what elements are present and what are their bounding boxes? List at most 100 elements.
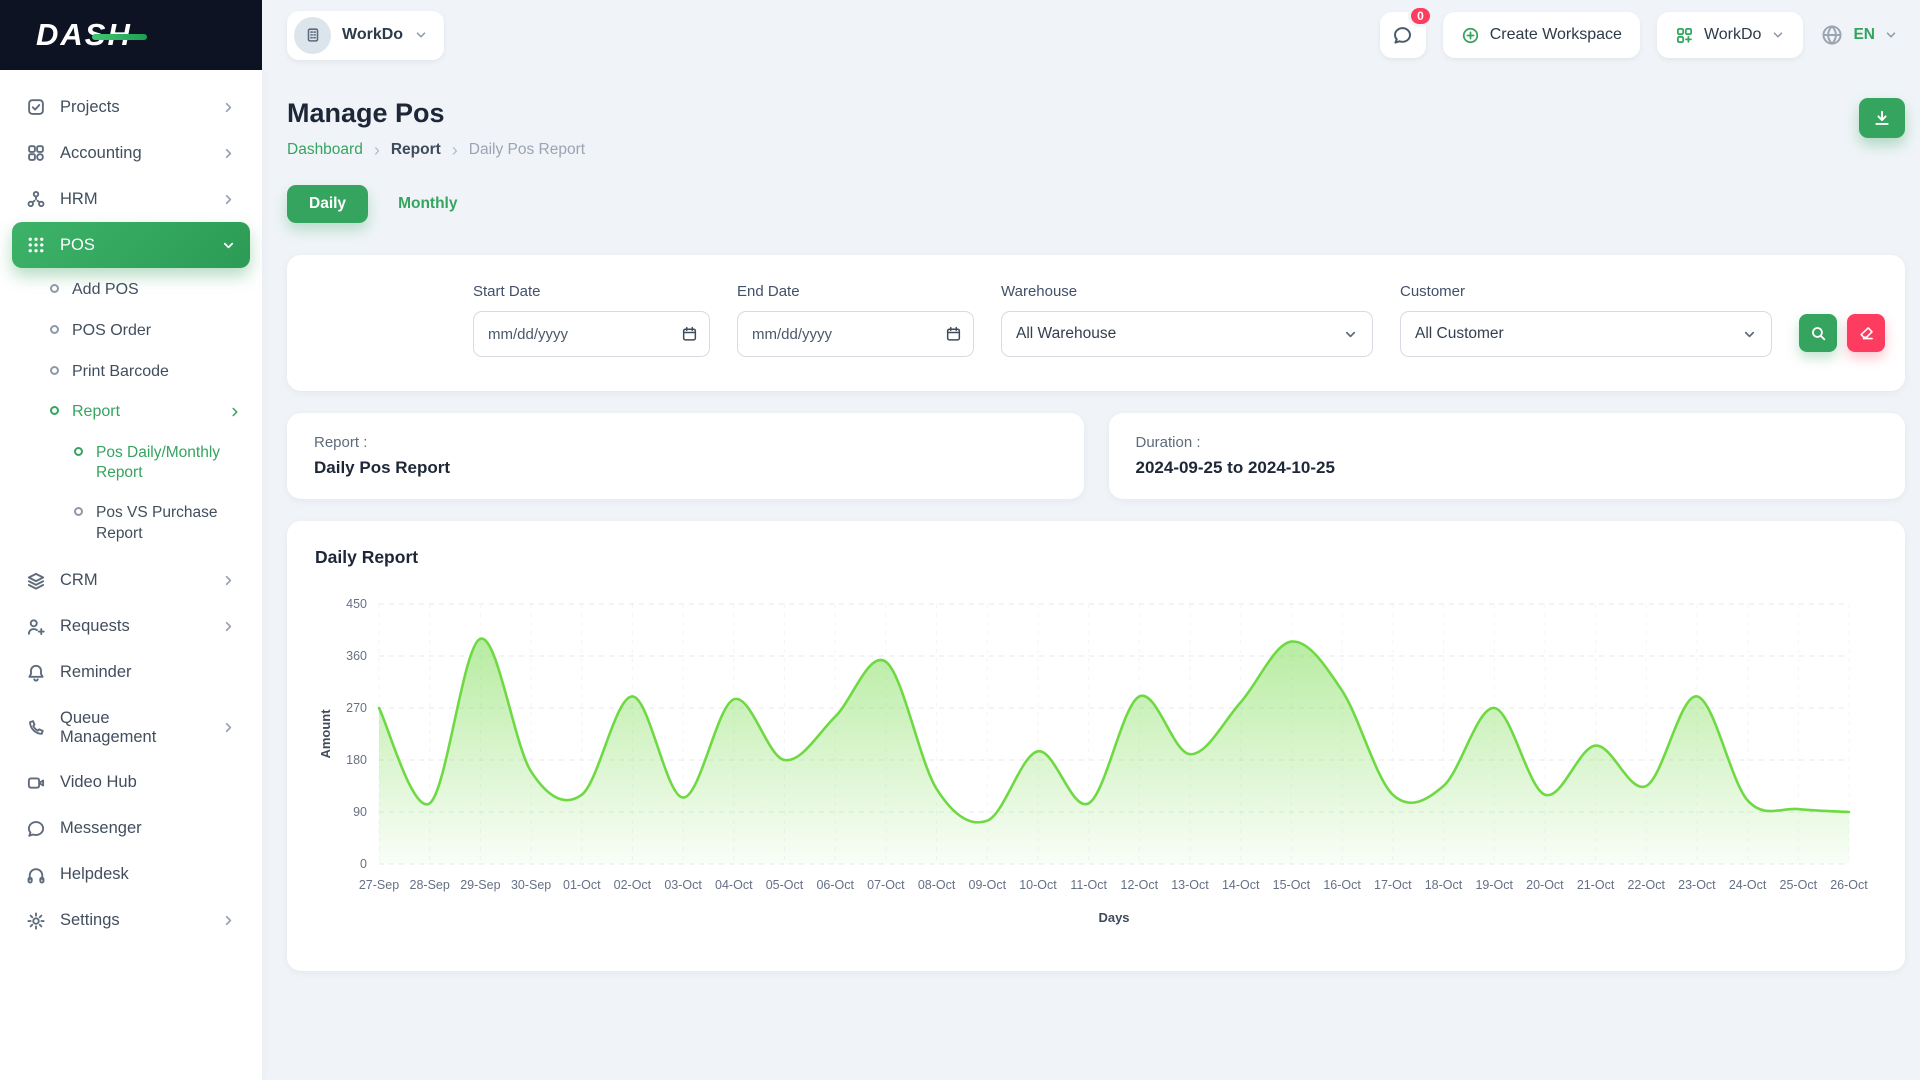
sidebar-item-crm[interactable]: CRM — [12, 558, 250, 604]
sidebar-item-requests[interactable]: Requests — [12, 604, 250, 650]
sidebar-item-video-hub[interactable]: Video Hub — [12, 760, 250, 806]
grid-plus-icon — [1675, 26, 1694, 45]
breadcrumb-dashboard-link[interactable]: Dashboard — [287, 141, 363, 159]
warehouse-field: Warehouse All Warehouse — [1001, 283, 1373, 357]
svg-text:23-Oct: 23-Oct — [1678, 878, 1716, 892]
reset-filter-button[interactable] — [1847, 314, 1885, 352]
sidebar-item-add-pos[interactable]: Add POS — [42, 270, 250, 311]
svg-text:14-Oct: 14-Oct — [1222, 878, 1260, 892]
svg-text:19-Oct: 19-Oct — [1475, 878, 1513, 892]
hrm-icon — [26, 189, 46, 209]
search-button[interactable] — [1799, 314, 1837, 352]
warehouse-label: Warehouse — [1001, 283, 1373, 300]
sidebar-label: Report — [72, 402, 120, 423]
svg-text:06-Oct: 06-Oct — [816, 878, 854, 892]
start-date-field: Start Date — [473, 283, 710, 357]
svg-text:29-Sep: 29-Sep — [460, 878, 500, 892]
topbar-actions: 0 Create Workspace WorkDo — [1380, 12, 1898, 58]
app-switcher-label: WorkDo — [1704, 26, 1762, 44]
daily-report-chart: 09018027036045027-Sep28-Sep29-Sep30-Sep0… — [315, 590, 1877, 930]
sidebar-item-pos-vs-purchase-report[interactable]: Pos VS Purchase Report — [66, 493, 250, 553]
svg-text:26-Oct: 26-Oct — [1830, 878, 1868, 892]
accounting-icon — [26, 143, 46, 163]
app-switcher-button[interactable]: WorkDo — [1657, 12, 1804, 58]
brand-logo[interactable]: DASH — [36, 17, 132, 53]
sidebar-label: Reminder — [60, 663, 132, 682]
sidebar: Projects Accounting HRM POS Add POS — [0, 70, 262, 1080]
sidebar-label: Messenger — [60, 819, 142, 838]
sidebar-item-projects[interactable]: Projects — [12, 84, 250, 130]
svg-text:10-Oct: 10-Oct — [1019, 878, 1057, 892]
sidebar-item-pos-order[interactable]: POS Order — [42, 311, 250, 352]
workspace-switcher[interactable]: WorkDo — [287, 11, 444, 60]
chevron-right-icon — [221, 100, 236, 115]
sidebar-item-messenger[interactable]: Messenger — [12, 806, 250, 852]
report-submenu: Pos Daily/Monthly Report Pos VS Purchase… — [42, 433, 250, 554]
warehouse-select[interactable]: All Warehouse — [1001, 311, 1373, 357]
sidebar-item-pos[interactable]: POS — [12, 222, 250, 268]
svg-text:Days: Days — [1098, 910, 1129, 925]
crm-icon — [26, 571, 46, 591]
duration-label: Duration : — [1136, 434, 1879, 451]
sidebar-label: Queue Management — [60, 709, 207, 747]
start-date-input[interactable] — [473, 311, 710, 357]
svg-text:03-Oct: 03-Oct — [664, 878, 702, 892]
customer-select[interactable]: All Customer — [1400, 311, 1772, 357]
sidebar-item-helpdesk[interactable]: Helpdesk — [12, 852, 250, 898]
customer-select-value: All Customer — [1415, 325, 1504, 343]
report-value: Daily Pos Report — [314, 458, 1057, 478]
svg-text:12-Oct: 12-Oct — [1121, 878, 1159, 892]
svg-text:05-Oct: 05-Oct — [766, 878, 804, 892]
svg-text:30-Sep: 30-Sep — [511, 878, 551, 892]
logo-block: DASH — [0, 0, 262, 70]
breadcrumb: Dashboard › Report › Daily Pos Report — [287, 141, 585, 159]
chevron-down-icon — [1742, 327, 1757, 342]
sidebar-item-accounting[interactable]: Accounting — [12, 130, 250, 176]
filter-card: Start Date End Date Warehouse All Wareho… — [287, 255, 1905, 391]
sidebar-item-report[interactable]: Report — [42, 392, 250, 433]
bullet-icon — [74, 507, 83, 516]
download-button[interactable] — [1859, 98, 1905, 138]
bullet-icon — [50, 325, 59, 334]
svg-text:27-Sep: 27-Sep — [359, 878, 399, 892]
svg-text:21-Oct: 21-Oct — [1577, 878, 1615, 892]
notifications-button[interactable]: 0 — [1380, 12, 1426, 58]
end-date-input[interactable] — [737, 311, 974, 357]
main-content: Manage Pos Dashboard › Report › Daily Po… — [287, 70, 1905, 971]
projects-icon — [26, 97, 46, 117]
sidebar-label: Add POS — [72, 280, 139, 301]
download-icon — [1873, 109, 1891, 127]
sidebar-item-hrm[interactable]: HRM — [12, 176, 250, 222]
tab-daily[interactable]: Daily — [287, 185, 368, 223]
tab-monthly[interactable]: Monthly — [398, 195, 457, 213]
svg-text:07-Oct: 07-Oct — [867, 878, 905, 892]
svg-text:11-Oct: 11-Oct — [1070, 878, 1107, 892]
topbar: WorkDo 0 Create Workspace WorkDo — [262, 0, 1920, 70]
svg-text:04-Oct: 04-Oct — [715, 878, 753, 892]
gear-icon — [26, 911, 46, 931]
chevron-right-icon — [228, 405, 242, 419]
sidebar-item-settings[interactable]: Settings — [12, 898, 250, 944]
summary-row: Report : Daily Pos Report Duration : 202… — [287, 413, 1905, 499]
language-code: EN — [1853, 26, 1875, 44]
svg-text:18-Oct: 18-Oct — [1425, 878, 1463, 892]
search-icon — [1810, 325, 1827, 342]
bullet-icon — [74, 447, 83, 456]
create-workspace-button[interactable]: Create Workspace — [1443, 12, 1640, 58]
sidebar-item-print-barcode[interactable]: Print Barcode — [42, 352, 250, 393]
building-icon — [304, 26, 322, 44]
svg-text:02-Oct: 02-Oct — [614, 878, 652, 892]
chevron-right-icon — [221, 913, 236, 928]
svg-text:180: 180 — [346, 753, 367, 767]
bullet-icon — [50, 406, 59, 415]
chevron-right-icon — [221, 720, 236, 735]
language-switcher[interactable]: EN — [1820, 23, 1898, 47]
svg-text:17-Oct: 17-Oct — [1374, 878, 1412, 892]
svg-text:13-Oct: 13-Oct — [1171, 878, 1209, 892]
breadcrumb-report-link[interactable]: Report — [391, 141, 441, 159]
video-icon — [26, 773, 46, 793]
sidebar-item-reminder[interactable]: Reminder — [12, 650, 250, 696]
sidebar-item-queue-management[interactable]: Queue Management — [12, 696, 250, 760]
start-date-label: Start Date — [473, 283, 710, 300]
sidebar-item-pos-daily-monthly-report[interactable]: Pos Daily/Monthly Report — [66, 433, 250, 493]
